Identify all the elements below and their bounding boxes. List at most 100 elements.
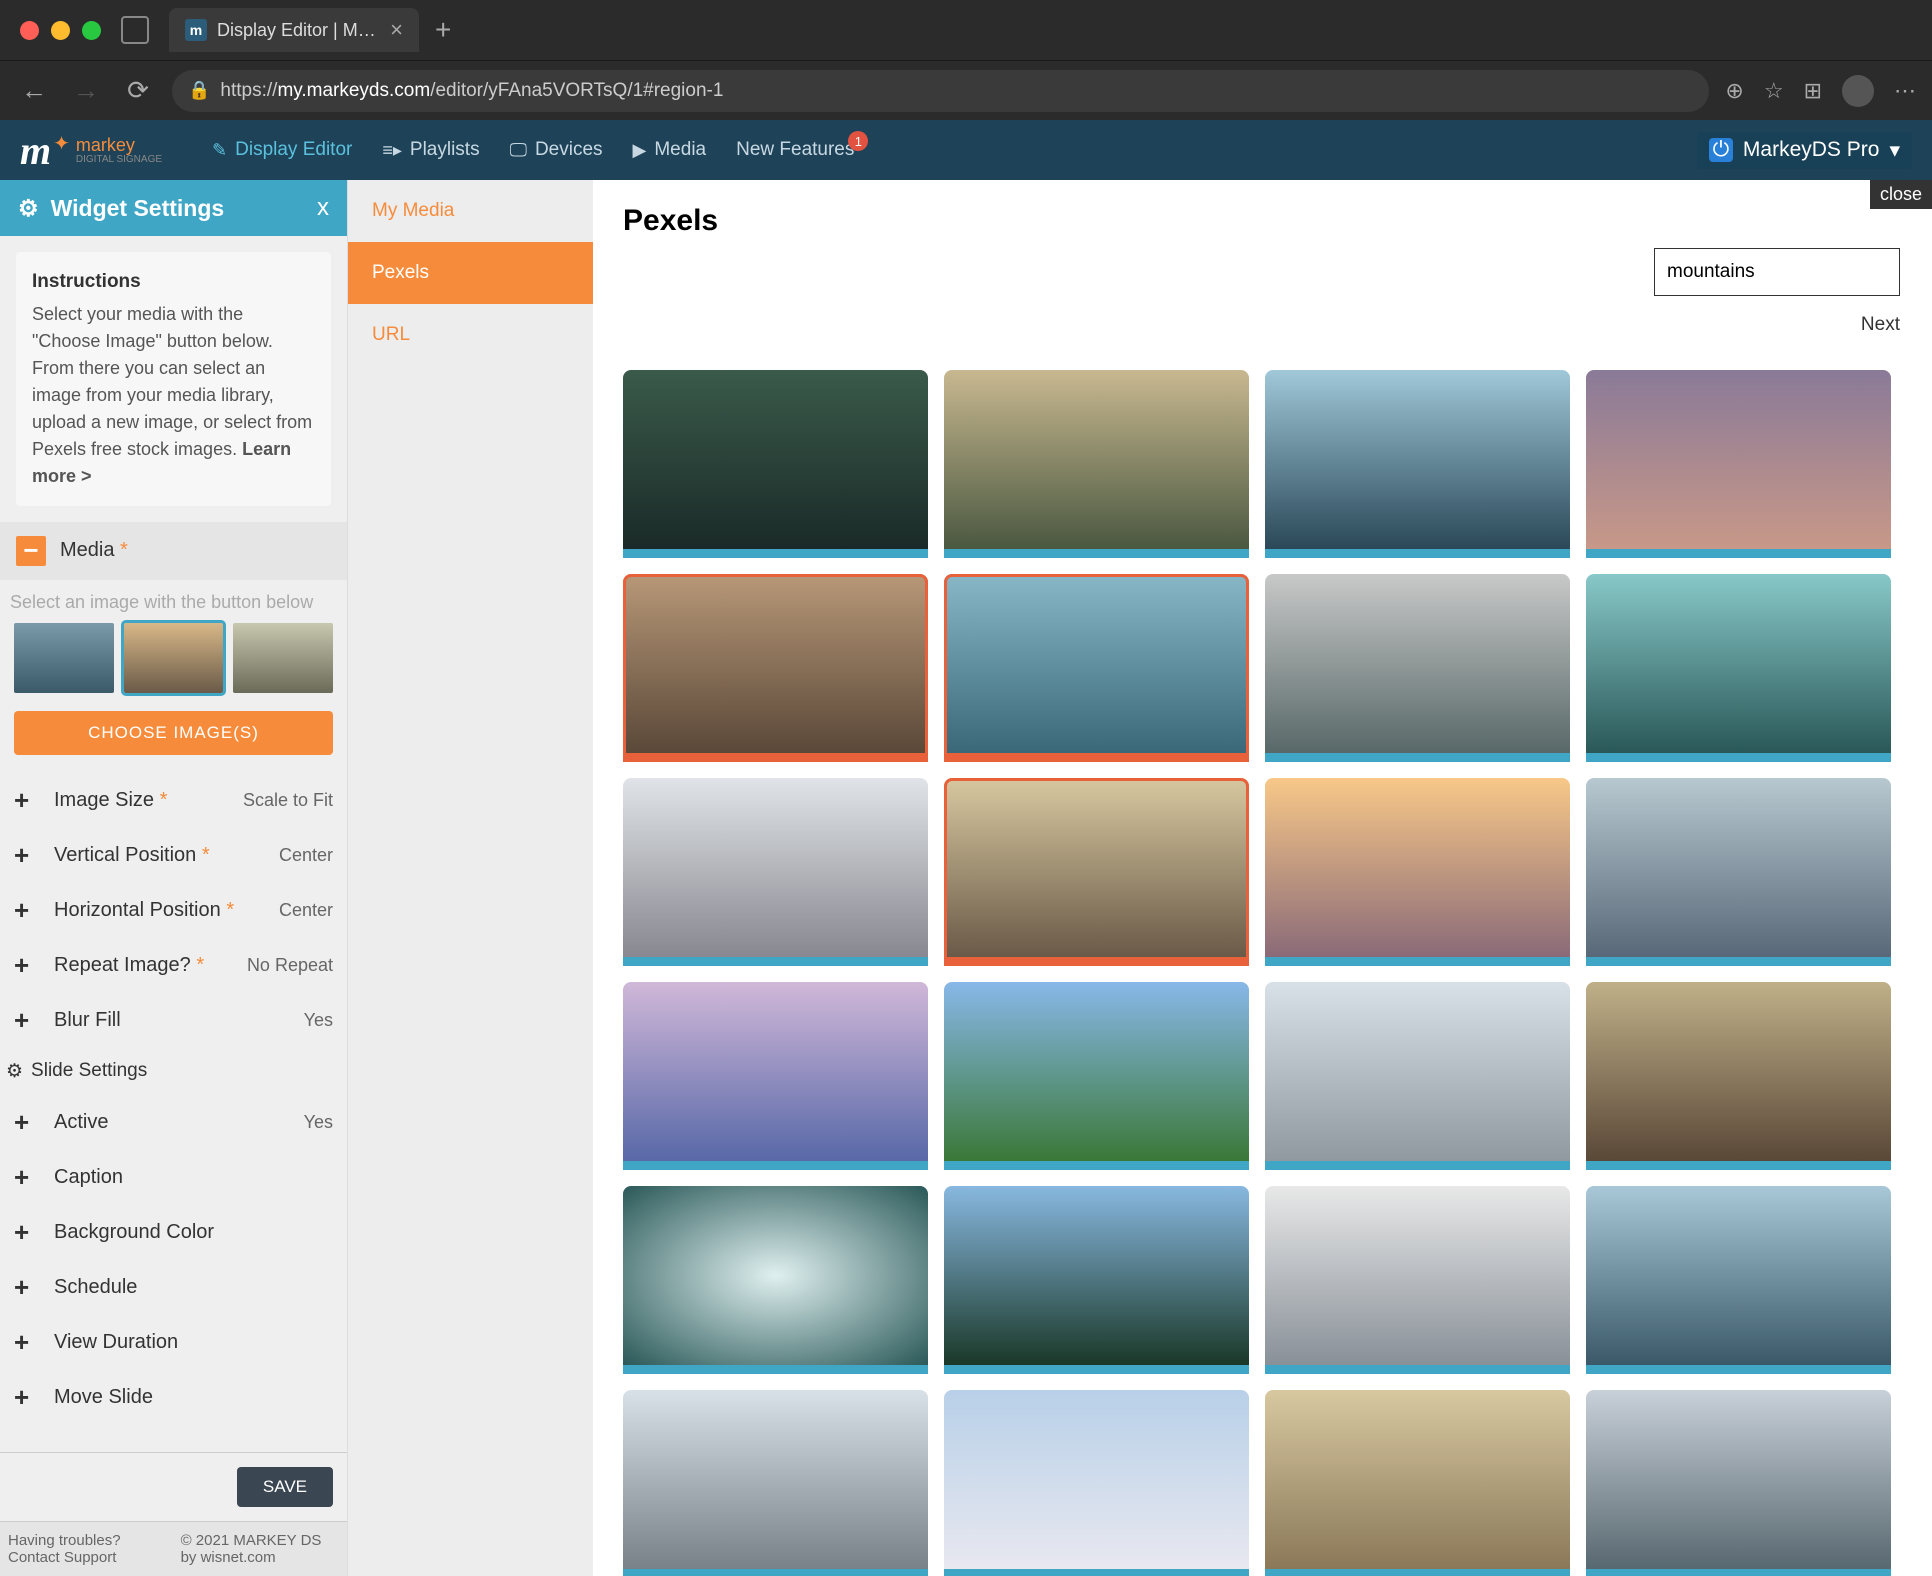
minimize-window-icon[interactable]	[51, 21, 70, 40]
forward-button[interactable]: →	[68, 75, 104, 106]
image-card[interactable]	[1586, 778, 1891, 966]
notification-badge: 1	[848, 131, 868, 151]
more-icon[interactable]: ⋯	[1894, 78, 1916, 104]
browser-address-bar: ← → ⟳ 🔒 https://my.markeyds.com/editor/y…	[0, 60, 1932, 120]
image-card[interactable]	[1265, 574, 1570, 762]
nav-playlists[interactable]: ≡▸ Playlists	[382, 139, 479, 161]
expand-icon[interactable]: +	[14, 950, 34, 981]
image-card[interactable]	[944, 982, 1249, 1170]
source-tab-my-media[interactable]: My Media	[348, 180, 593, 242]
collections-icon[interactable]: ⊞	[1804, 78, 1822, 104]
sidebar-toggle-icon[interactable]	[121, 16, 149, 44]
logo[interactable]: m ✦ markey DIGITAL SIGNAGE	[20, 127, 162, 174]
expand-icon[interactable]: +	[14, 1382, 34, 1413]
image-card[interactable]	[1586, 982, 1891, 1170]
close-button[interactable]: close	[1870, 180, 1932, 209]
property-label: Image Size *	[54, 789, 243, 812]
expand-icon[interactable]: +	[14, 1005, 34, 1036]
property-row[interactable]: + Schedule	[0, 1260, 347, 1315]
nav-devices[interactable]: 🖵 Devices	[510, 139, 603, 161]
image-card[interactable]	[1265, 1390, 1570, 1576]
expand-icon[interactable]: +	[14, 840, 34, 871]
image-card[interactable]	[944, 778, 1249, 966]
image-card[interactable]	[1265, 370, 1570, 558]
image-card[interactable]	[1265, 982, 1570, 1170]
image-card[interactable]	[1586, 1390, 1891, 1576]
image-card[interactable]	[1586, 370, 1891, 558]
nav-display-editor[interactable]: ✎ Display Editor	[212, 139, 352, 161]
image-card[interactable]	[944, 574, 1249, 762]
image-card[interactable]	[944, 370, 1249, 558]
favorites-icon[interactable]: ☆	[1764, 78, 1784, 104]
source-tab-pexels[interactable]: Pexels	[348, 242, 593, 304]
property-row[interactable]: + Vertical Position * Center	[0, 828, 347, 883]
property-label: Blur Fill	[54, 1009, 304, 1032]
image-card[interactable]	[623, 778, 928, 966]
image-card[interactable]	[623, 982, 928, 1170]
maximize-window-icon[interactable]	[82, 21, 101, 40]
property-row[interactable]: + Active Yes	[0, 1095, 347, 1150]
browser-titlebar: m Display Editor | MarkeyDS – In × +	[0, 0, 1932, 60]
property-row[interactable]: + View Duration	[0, 1315, 347, 1370]
nav-media[interactable]: ▶ Media	[633, 139, 707, 161]
url-text: https://my.markeyds.com/editor/yFAna5VOR…	[220, 80, 723, 102]
panel-close-button[interactable]: x	[317, 194, 329, 222]
image-card[interactable]	[944, 1390, 1249, 1576]
property-row[interactable]: + Move Slide	[0, 1370, 347, 1425]
image-card[interactable]	[623, 370, 928, 558]
url-input[interactable]: 🔒 https://my.markeyds.com/editor/yFAna5V…	[172, 70, 1709, 112]
thumb-image[interactable]	[233, 623, 333, 693]
property-row[interactable]: + Blur Fill Yes	[0, 993, 347, 1048]
expand-icon[interactable]: +	[14, 785, 34, 816]
image-card[interactable]	[623, 1390, 928, 1576]
back-button[interactable]: ←	[16, 75, 52, 106]
property-row[interactable]: + Caption	[0, 1150, 347, 1205]
expand-icon[interactable]: +	[14, 1107, 34, 1138]
playlist-icon: ≡▸	[382, 140, 402, 161]
new-tab-button[interactable]: +	[435, 14, 451, 46]
property-row[interactable]: + Background Color	[0, 1205, 347, 1260]
expand-icon[interactable]: +	[14, 1162, 34, 1193]
image-card[interactable]	[1265, 1186, 1570, 1374]
nav-label: Media	[654, 139, 706, 161]
image-card[interactable]	[1586, 574, 1891, 762]
browser-tab[interactable]: m Display Editor | MarkeyDS – In ×	[169, 8, 419, 52]
search-input[interactable]	[1654, 248, 1900, 296]
next-link[interactable]: Next	[1861, 314, 1900, 336]
property-label: View Duration	[54, 1331, 333, 1354]
image-card[interactable]	[1265, 778, 1570, 966]
nav-new-features[interactable]: New Features 1	[736, 139, 854, 161]
save-button[interactable]: SAVE	[237, 1467, 333, 1507]
media-section-header[interactable]: − Media *	[0, 522, 347, 580]
thumb-image[interactable]	[14, 623, 114, 693]
property-row[interactable]: + Horizontal Position * Center	[0, 883, 347, 938]
source-tab-url[interactable]: URL	[348, 304, 593, 366]
reader-icon[interactable]: ⊕	[1725, 78, 1743, 104]
close-window-icon[interactable]	[20, 21, 39, 40]
instructions-title: Instructions	[32, 268, 315, 297]
image-card[interactable]	[623, 574, 928, 762]
instructions-body: Select your media with the "Choose Image…	[32, 304, 312, 459]
expand-icon[interactable]: +	[14, 1272, 34, 1303]
reload-button[interactable]: ⟳	[120, 75, 156, 106]
copyright-text: © 2021 MARKEY DS by wisnet.com	[181, 1532, 339, 1566]
image-card[interactable]	[944, 1186, 1249, 1374]
image-card[interactable]	[1586, 1186, 1891, 1374]
property-value: Yes	[304, 1010, 333, 1031]
account-menu[interactable]: ⏻ MarkeyDS Pro ▾	[1697, 132, 1912, 169]
expand-icon[interactable]: +	[14, 895, 34, 926]
selected-thumbs	[0, 623, 347, 693]
image-card[interactable]	[623, 1186, 928, 1374]
property-row[interactable]: + Repeat Image? * No Repeat	[0, 938, 347, 993]
choose-images-button[interactable]: CHOOSE IMAGE(S)	[14, 711, 333, 755]
tab-close-icon[interactable]: ×	[390, 17, 403, 43]
expand-icon[interactable]: +	[14, 1327, 34, 1358]
thumb-image[interactable]	[124, 623, 224, 693]
logo-flare-icon: ✦	[53, 131, 70, 156]
property-row[interactable]: + Image Size * Scale to Fit	[0, 773, 347, 828]
collapse-icon[interactable]: −	[16, 536, 46, 566]
profile-avatar-icon[interactable]	[1842, 75, 1874, 107]
expand-icon[interactable]: +	[14, 1217, 34, 1248]
contact-support-link[interactable]: Having troubles? Contact Support	[8, 1532, 157, 1566]
nav-label: New Features	[736, 139, 854, 161]
